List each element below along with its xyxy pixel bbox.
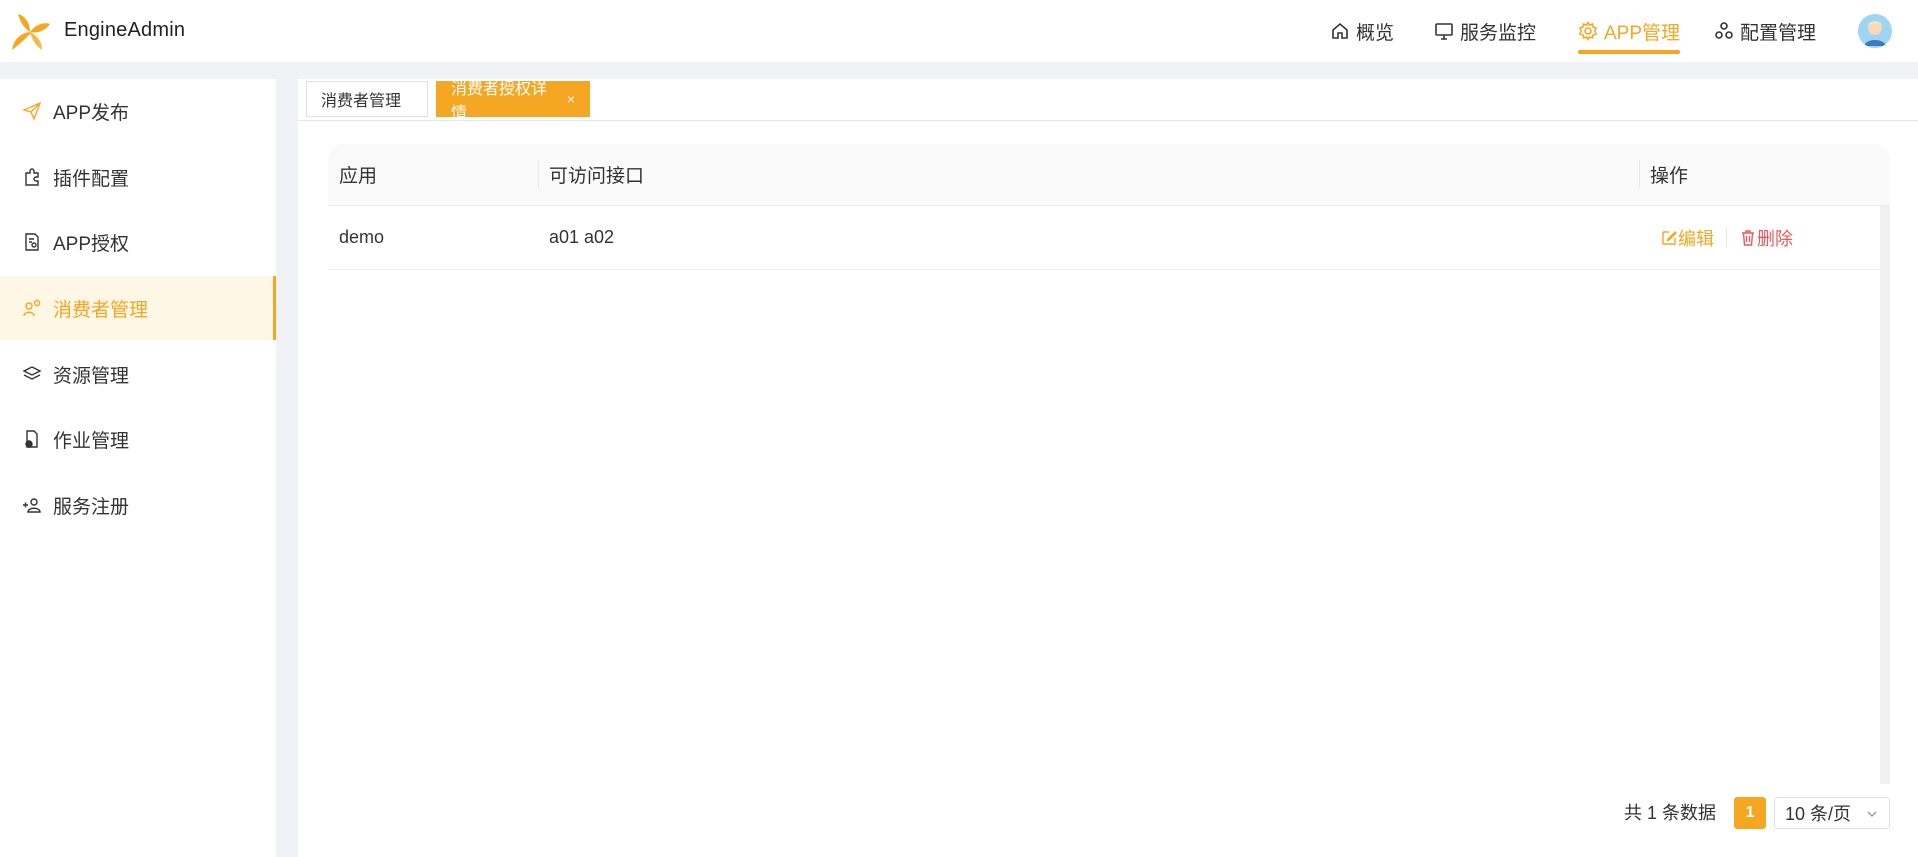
nav-label: 服务监控 xyxy=(1460,22,1537,44)
table-row: demo a01 a02 编辑 删除 xyxy=(328,206,1880,270)
chevron-down-icon xyxy=(1867,811,1877,817)
table-scrollbar[interactable] xyxy=(1880,206,1890,784)
page-button-current[interactable]: 1 xyxy=(1734,797,1766,829)
action-divider xyxy=(1726,227,1727,248)
sidebar: APP发布 插件配置 APP授权 消费者管理 资源管理 作业管理 服务注册 xyxy=(0,79,276,857)
sidebar-item-resource-management[interactable]: 资源管理 xyxy=(0,342,276,406)
nav-label: APP管理 xyxy=(1604,22,1681,44)
page-size-value: 10 条/页 xyxy=(1785,804,1852,824)
sidebar-item-app-auth[interactable]: APP授权 xyxy=(0,210,276,274)
user-gear-icon xyxy=(23,299,41,317)
page-size-select[interactable]: 10 条/页 xyxy=(1774,797,1890,829)
send-icon xyxy=(22,101,42,121)
brand-name: EngineAdmin xyxy=(64,19,186,41)
sidebar-item-label: 资源管理 xyxy=(53,365,130,387)
user-avatar[interactable] xyxy=(1858,14,1892,48)
sidebar-item-service-registry[interactable]: 服务注册 xyxy=(0,473,276,537)
auth-table: 应用 可访问接口 操作 demo a01 a02 编辑 删除 xyxy=(328,144,1890,784)
cell-app: demo xyxy=(339,227,385,247)
delete-label: 删除 xyxy=(1757,228,1793,249)
nav-overview[interactable]: 概览 xyxy=(1330,0,1394,62)
column-divider xyxy=(538,160,539,188)
tab-bar: 消费者管理 消费者授权详情 × xyxy=(298,79,1918,122)
table-header: 应用 可访问接口 操作 xyxy=(328,144,1890,206)
sidebar-item-job-management[interactable]: 作业管理 xyxy=(0,407,276,471)
home-icon xyxy=(1332,22,1348,39)
sidebar-item-label: APP授权 xyxy=(53,233,130,255)
nav-label: 配置管理 xyxy=(1740,22,1817,44)
nav-config-management[interactable]: 配置管理 xyxy=(1714,0,1816,62)
sidebar-item-label: APP发布 xyxy=(53,102,130,124)
edit-icon xyxy=(1662,230,1677,245)
cell-actions: 编辑 删除 xyxy=(1660,206,1793,269)
nav-service-monitor[interactable]: 服务监控 xyxy=(1434,0,1536,62)
sidebar-item-consumer-management[interactable]: 消费者管理 xyxy=(0,276,276,340)
sidebar-item-label: 消费者管理 xyxy=(53,299,149,321)
cluster-icon xyxy=(1715,22,1733,39)
trash-icon xyxy=(1742,229,1754,246)
avatar-icon xyxy=(1858,14,1892,48)
sidebar-item-label: 服务注册 xyxy=(53,496,130,518)
puzzle-icon xyxy=(25,168,39,186)
column-header-apis: 可访问接口 xyxy=(549,166,645,187)
document-key-icon xyxy=(25,233,39,251)
column-divider xyxy=(1639,160,1640,188)
tab-consumer-auth-detail[interactable]: 消费者授权详情 × xyxy=(436,81,590,122)
tab-label: 消费者管理 xyxy=(321,93,402,110)
pagination-total: 共 1 条数据 xyxy=(1624,803,1717,823)
tab-consumer-management[interactable]: 消费者管理 xyxy=(306,81,428,117)
user-add-icon xyxy=(23,498,41,513)
layers-icon xyxy=(22,366,42,380)
delete-button[interactable]: 删除 xyxy=(1739,225,1793,251)
main-content: 消费者管理 消费者授权详情 × 应用 可访问接口 操作 demo a01 a02… xyxy=(298,79,1918,857)
edit-button[interactable]: 编辑 xyxy=(1660,225,1714,251)
file-lock-icon xyxy=(25,430,38,448)
sidebar-item-label: 作业管理 xyxy=(53,430,130,452)
cell-apis: a01 a02 xyxy=(549,227,615,247)
gear-icon xyxy=(1578,21,1598,41)
active-nav-indicator xyxy=(1578,50,1681,54)
nav-app-management[interactable]: APP管理 xyxy=(1578,0,1681,62)
sidebar-item-app-publish[interactable]: APP发布 xyxy=(0,79,276,143)
top-header: EngineAdmin 概览 服务监控 APP管理 配置管理 xyxy=(0,0,1918,62)
tab-label: 消费者授权详情 xyxy=(451,81,548,122)
monitor-icon xyxy=(1435,23,1453,40)
logo-icon xyxy=(12,14,50,50)
column-header-actions: 操作 xyxy=(1650,166,1689,187)
sidebar-item-label: 插件配置 xyxy=(53,168,130,190)
column-header-app: 应用 xyxy=(339,166,378,187)
edit-label: 编辑 xyxy=(1678,228,1714,249)
close-icon[interactable]: × xyxy=(567,91,575,107)
sidebar-item-plugin-config[interactable]: 插件配置 xyxy=(0,145,276,209)
nav-label: 概览 xyxy=(1356,22,1395,44)
